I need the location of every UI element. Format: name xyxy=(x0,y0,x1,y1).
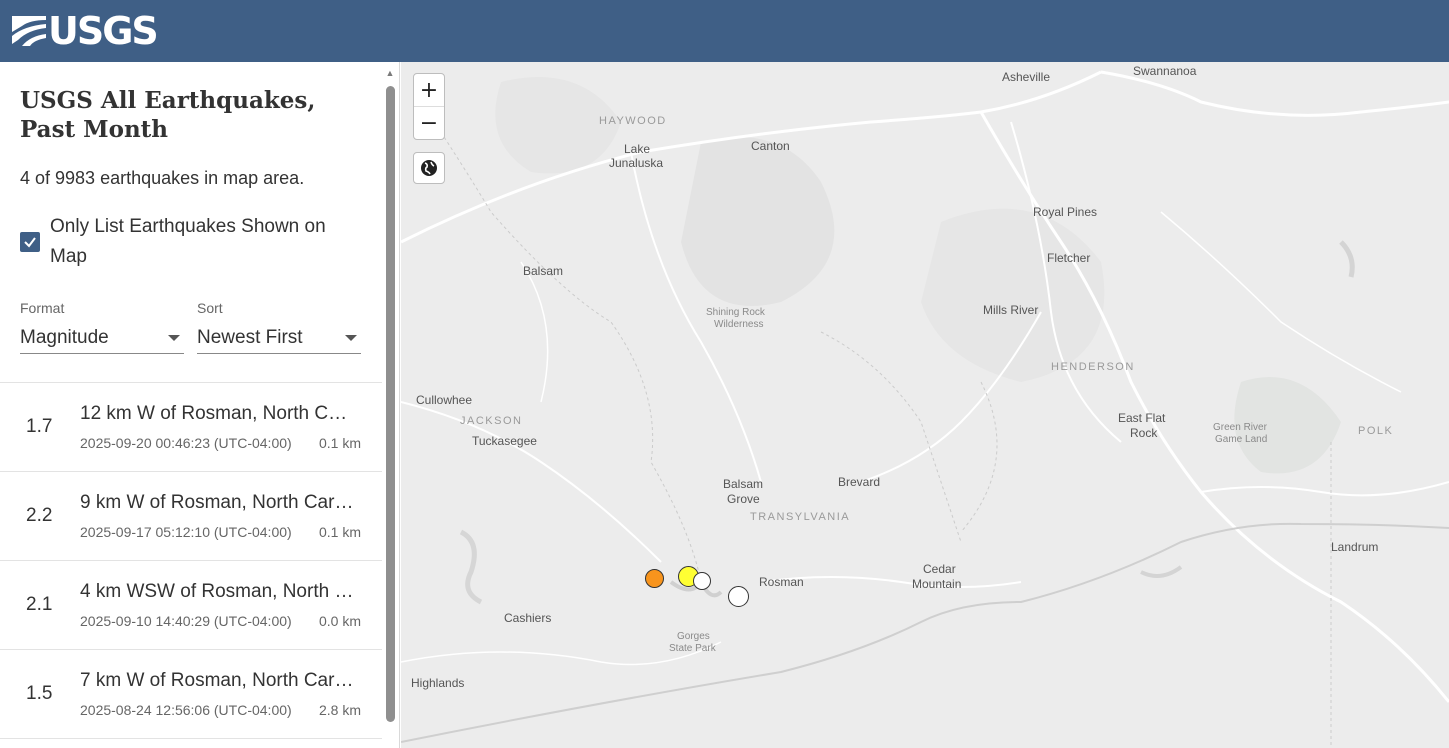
chevron-down-icon xyxy=(345,334,357,341)
map-label: Tuckasegee xyxy=(472,434,537,448)
map-label: Green River xyxy=(1213,422,1267,433)
place: 12 km W of Rosman, North Carolina xyxy=(80,403,355,424)
sort-select[interactable]: Sort Newest First xyxy=(197,300,361,354)
format-select[interactable]: Format Magnitude xyxy=(20,300,184,354)
time: 2025-09-17 05:12:10 (UTC-04:00) xyxy=(80,524,292,540)
map-label: Landrum xyxy=(1331,540,1379,554)
world-view-control xyxy=(413,152,445,184)
map-label: Wilderness xyxy=(714,319,764,330)
depth: 0.1 km xyxy=(318,524,361,540)
earthquake-marker[interactable] xyxy=(693,572,711,590)
map-label: Rosman xyxy=(759,575,804,589)
map-label: Rock xyxy=(1130,426,1158,440)
site-header: USGS xyxy=(0,0,1449,62)
place: 9 km W of Rosman, North Carolina xyxy=(80,492,355,513)
chevron-down-icon xyxy=(168,334,180,341)
earthquake-list-panel: USGS All Earthquakes, Past Month 4 of 99… xyxy=(0,62,400,748)
list-item[interactable]: 1.7 12 km W of Rosman, North Carolina 20… xyxy=(0,383,382,472)
map-label: Canton xyxy=(751,139,790,153)
page-title: USGS All Earthquakes, Past Month xyxy=(20,87,316,143)
format-dropdown[interactable]: Magnitude xyxy=(20,322,184,354)
map-label: JACKSON xyxy=(460,415,523,427)
map-label: HENDERSON xyxy=(1051,361,1135,373)
sort-label: Sort xyxy=(197,300,223,316)
magnitude: 2.2 xyxy=(26,505,53,526)
map-label: Gorges xyxy=(677,631,710,642)
map-label: Cullowhee xyxy=(416,393,473,407)
time: 2025-09-10 14:40:29 (UTC-04:00) xyxy=(80,613,292,629)
map-label: Highlands xyxy=(411,676,465,690)
earthquake-marker[interactable] xyxy=(728,586,749,607)
map-label: Mills River xyxy=(983,303,1039,317)
list-scrollbar[interactable]: ▲ xyxy=(385,68,395,748)
depth: 2.8 km xyxy=(318,702,361,718)
list-item[interactable]: 1.5 7 km W of Rosman, North Carolina 202… xyxy=(0,650,382,739)
map-label: Mountain xyxy=(912,577,962,591)
scroll-up-arrow-icon[interactable]: ▲ xyxy=(385,68,395,78)
map-label: State Park xyxy=(669,643,716,654)
place: 4 km WSW of Rosman, North Carolina xyxy=(80,581,355,602)
usgs-logo[interactable]: USGS xyxy=(12,9,159,53)
checkmark-icon xyxy=(24,237,36,248)
magnitude: 2.1 xyxy=(26,594,53,615)
sort-dropdown[interactable]: Newest First xyxy=(197,322,361,354)
map-label: Balsam xyxy=(723,477,764,491)
earthquake-marker[interactable] xyxy=(645,569,664,588)
scrollbar-thumb[interactable] xyxy=(386,86,395,722)
sort-value: Newest First xyxy=(197,326,303,348)
map-label: Cedar xyxy=(923,562,956,576)
globe-button[interactable] xyxy=(414,153,444,183)
depth: 0.1 km xyxy=(318,435,361,451)
zoom-in-button[interactable]: + xyxy=(414,74,444,106)
zoom-control: + − xyxy=(413,73,445,140)
only-list-label: Only List Earthquakes Shown on Map xyxy=(50,216,326,267)
map-label: Lake xyxy=(624,142,651,156)
map-label: Royal Pines xyxy=(1033,205,1098,219)
depth: 0.0 km xyxy=(318,613,361,629)
time: 2025-08-24 12:56:06 (UTC-04:00) xyxy=(80,702,292,718)
format-label: Format xyxy=(20,300,65,316)
map-basemap xyxy=(401,70,1449,748)
magnitude: 1.5 xyxy=(26,683,53,704)
map-label: Brevard xyxy=(838,475,881,489)
earthquake-map[interactable]: + − Asheville Swannanoa HAYWOOD Lake Jun… xyxy=(401,62,1449,748)
usgs-logo-text: USGS xyxy=(48,9,159,53)
map-label: TRANSYLVANIA xyxy=(750,511,851,523)
list-item[interactable]: 2.2 9 km W of Rosman, North Carolina 202… xyxy=(0,472,382,561)
map-label: Grove xyxy=(727,492,760,506)
only-list-checkbox[interactable] xyxy=(20,232,40,252)
format-value: Magnitude xyxy=(20,326,109,348)
usgs-wave-icon xyxy=(12,16,46,46)
magnitude: 1.7 xyxy=(26,416,53,437)
map-label: Asheville xyxy=(1002,70,1051,84)
map-label: Cashiers xyxy=(504,611,552,625)
map-label: East Flat xyxy=(1118,411,1166,425)
map-label: Fletcher xyxy=(1047,251,1091,265)
earthquake-list: 1.7 12 km W of Rosman, North Carolina 20… xyxy=(0,382,382,739)
earthquake-count: 4 of 9983 earthquakes in map area. xyxy=(20,168,305,188)
place: 7 km W of Rosman, North Carolina xyxy=(80,670,355,691)
map-label: POLK xyxy=(1358,425,1394,437)
map-label: Shining Rock xyxy=(706,307,765,318)
time: 2025-09-20 00:46:23 (UTC-04:00) xyxy=(80,435,292,451)
only-list-shown-toggle[interactable]: Only List Earthquakes Shown on Map xyxy=(20,212,360,272)
list-item[interactable]: 2.1 4 km WSW of Rosman, North Carolina 2… xyxy=(0,561,382,650)
map-label: Junaluska xyxy=(609,156,664,170)
map-label: Balsam xyxy=(523,264,564,278)
zoom-out-button[interactable]: − xyxy=(414,107,444,139)
map-label: Swannanoa xyxy=(1133,64,1197,78)
map-label: HAYWOOD xyxy=(599,115,667,127)
map-label: Game Land xyxy=(1215,434,1268,445)
globe-icon xyxy=(421,160,437,176)
